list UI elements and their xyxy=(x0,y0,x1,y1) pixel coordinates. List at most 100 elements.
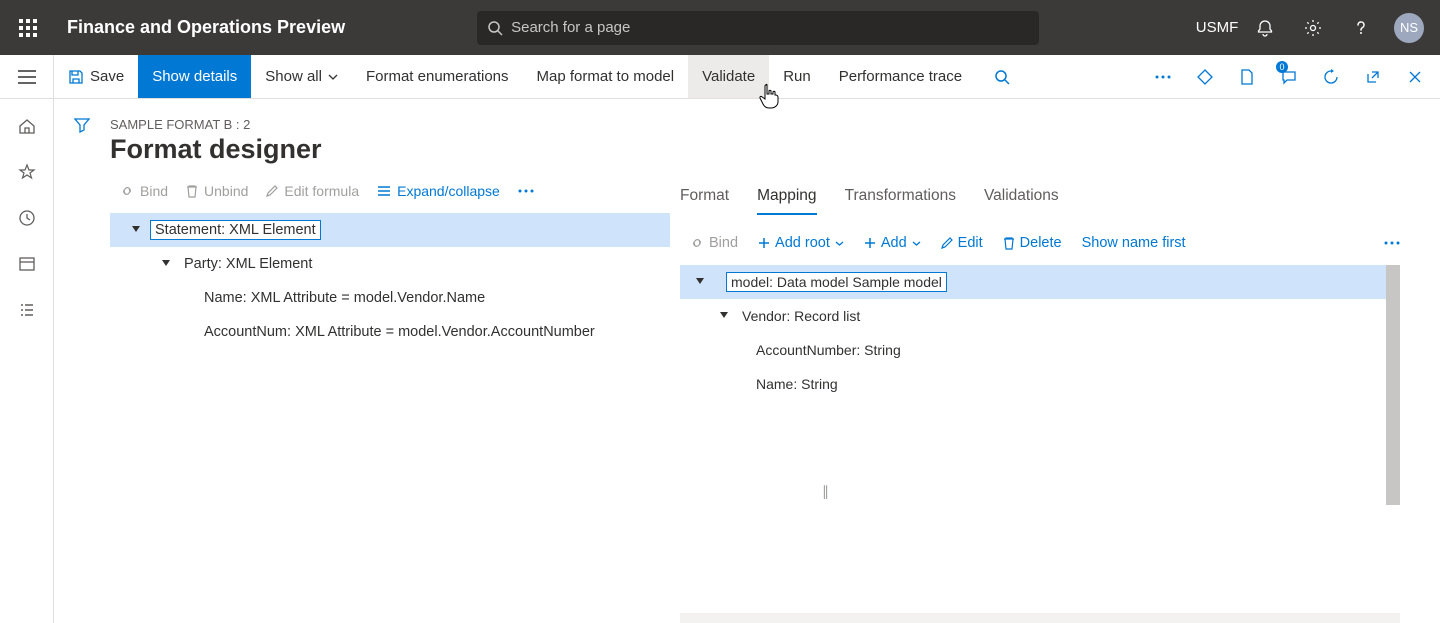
format-tree-node[interactable]: Name: XML Attribute = model.Vendor.Name xyxy=(110,281,670,315)
messages-button[interactable]: 0 xyxy=(1270,55,1308,99)
format-node-label: Party: XML Element xyxy=(180,255,316,273)
link-icon xyxy=(690,236,704,250)
trash-icon xyxy=(186,184,198,198)
unbind-label: Unbind xyxy=(204,183,248,199)
expand-collapse-button[interactable]: Expand/collapse xyxy=(377,183,500,199)
home-icon xyxy=(18,117,36,135)
mapping-tree-node[interactable]: model: Data model Sample model xyxy=(680,265,1400,299)
bind-button[interactable]: Bind xyxy=(120,183,168,199)
chevron-down-icon xyxy=(912,241,921,246)
show-all-button[interactable]: Show all xyxy=(251,55,352,98)
format-tree-node[interactable]: Party: XML Element xyxy=(110,247,670,281)
settings-button[interactable] xyxy=(1292,0,1334,55)
tab-format[interactable]: Format xyxy=(680,183,729,215)
nav-favorites-button[interactable] xyxy=(18,163,36,181)
performance-trace-button[interactable]: Performance trace xyxy=(825,55,976,98)
format-tree-node[interactable]: AccountNum: XML Attribute = model.Vendor… xyxy=(110,315,670,349)
unbind-button[interactable]: Unbind xyxy=(186,183,248,199)
search-action-button[interactable] xyxy=(976,55,1028,98)
tab-transformations[interactable]: Transformations xyxy=(845,183,956,215)
refresh-button[interactable] xyxy=(1312,55,1350,99)
tree-expander[interactable] xyxy=(716,312,732,320)
main-content: SAMPLE FORMAT B : 2 Format designer Bind… xyxy=(110,99,1440,623)
nav-toggle-button[interactable] xyxy=(0,55,54,98)
plus-icon xyxy=(864,237,876,249)
help-button[interactable] xyxy=(1340,0,1382,55)
more-format-actions-button[interactable] xyxy=(518,189,534,193)
mapping-node-label: AccountNumber: String xyxy=(752,341,905,359)
edit-label: Edit xyxy=(958,235,983,251)
nav-home-button[interactable] xyxy=(18,117,36,135)
left-nav-rail xyxy=(0,99,54,623)
mapping-scrollbar[interactable] xyxy=(1386,265,1400,505)
map-format-label: Map format to model xyxy=(537,68,675,85)
add-button[interactable]: Add xyxy=(864,235,921,251)
plus-icon xyxy=(758,237,770,249)
page-header: SAMPLE FORMAT B : 2 Format designer xyxy=(110,99,1440,173)
global-topbar: Finance and Operations Preview USMF NS xyxy=(0,0,1440,55)
global-search[interactable] xyxy=(477,11,1039,45)
format-node-label: AccountNum: XML Attribute = model.Vendor… xyxy=(200,323,599,341)
workspace-icon xyxy=(18,255,36,273)
detail-pane-strip xyxy=(680,613,1400,623)
nav-workspaces-button[interactable] xyxy=(18,255,36,273)
delete-button[interactable]: Delete xyxy=(1003,235,1062,251)
search-input[interactable] xyxy=(511,19,1029,36)
tree-expander[interactable] xyxy=(158,260,174,268)
app-launcher-button[interactable] xyxy=(0,0,55,55)
user-avatar[interactable]: NS xyxy=(1388,0,1430,55)
bell-icon xyxy=(1256,19,1274,37)
popout-button[interactable] xyxy=(1354,55,1392,99)
close-button[interactable] xyxy=(1396,55,1434,99)
chevron-down-icon xyxy=(835,241,844,246)
save-button[interactable]: Save xyxy=(54,55,138,98)
map-format-to-model-button[interactable]: Map format to model xyxy=(523,55,689,98)
expand-icon xyxy=(377,185,391,197)
edit-formula-button[interactable]: Edit formula xyxy=(266,183,359,199)
validate-button[interactable]: Validate xyxy=(688,55,769,98)
run-label: Run xyxy=(783,68,811,85)
run-button[interactable]: Run xyxy=(769,55,825,98)
edit-button[interactable]: Edit xyxy=(941,235,983,251)
topbar-right-group: USMF NS xyxy=(1196,0,1440,55)
format-enumerations-button[interactable]: Format enumerations xyxy=(352,55,523,98)
save-label: Save xyxy=(90,68,124,85)
company-picker[interactable]: USMF xyxy=(1196,0,1238,55)
clock-icon xyxy=(18,209,36,227)
format-tree-node[interactable]: Statement: XML Element xyxy=(110,213,670,247)
more-mapping-actions-button[interactable] xyxy=(1384,241,1400,245)
attachments-button[interactable] xyxy=(1228,55,1266,99)
notifications-button[interactable] xyxy=(1244,0,1286,55)
nav-modules-button[interactable] xyxy=(18,301,36,319)
mapping-tree-node[interactable]: AccountNumber: String xyxy=(680,333,1400,367)
tab-validations[interactable]: Validations xyxy=(984,183,1059,215)
format-node-label: Statement: XML Element xyxy=(150,220,321,240)
show-details-button[interactable]: Show details xyxy=(138,55,251,98)
tree-expander[interactable] xyxy=(692,278,708,286)
save-icon xyxy=(68,69,84,85)
list-icon xyxy=(18,301,36,319)
show-name-first-button[interactable]: Show name first xyxy=(1082,235,1186,251)
mapping-tree-node[interactable]: Name: String xyxy=(680,367,1400,401)
more-commands-button[interactable] xyxy=(1144,55,1182,99)
mapping-tree-node[interactable]: Vendor: Record list xyxy=(680,299,1400,333)
app-title: Finance and Operations Preview xyxy=(55,17,345,38)
mapping-panel: Format Mapping Transformations Validatio… xyxy=(680,173,1440,623)
popout-icon xyxy=(1366,70,1380,84)
page-icon xyxy=(1240,69,1254,85)
more-horizontal-icon xyxy=(1384,241,1400,245)
scrollbar-thumb[interactable] xyxy=(1386,265,1400,505)
filter-pane-toggle[interactable] xyxy=(54,99,110,623)
add-root-button[interactable]: Add root xyxy=(758,235,844,251)
mapping-bind-button[interactable]: Bind xyxy=(690,235,738,251)
avatar-initials: NS xyxy=(1394,13,1424,43)
tree-expander[interactable] xyxy=(128,226,144,234)
refresh-icon xyxy=(1323,69,1339,85)
delete-label: Delete xyxy=(1020,235,1062,251)
search-icon xyxy=(487,20,503,36)
tab-mapping[interactable]: Mapping xyxy=(757,183,816,215)
office-button[interactable] xyxy=(1186,55,1224,99)
nav-recent-button[interactable] xyxy=(18,209,36,227)
mapping-tree: model: Data model Sample model Vendor: R… xyxy=(680,265,1400,401)
hamburger-icon xyxy=(18,70,36,84)
